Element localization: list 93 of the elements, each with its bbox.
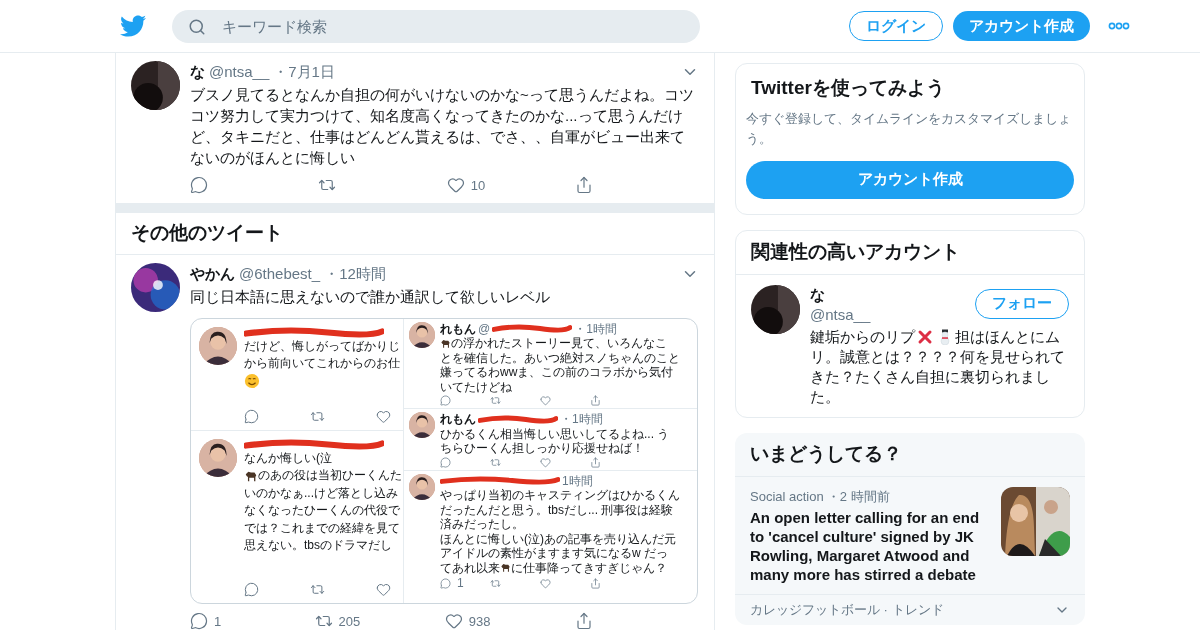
share-icon[interactable] <box>590 456 601 468</box>
card-title: いまどうしてる？ <box>735 432 1085 477</box>
tweet-text: ほんとに悔しい(泣)あの記事を売り込んだ元 <box>440 531 676 546</box>
author-name: れもん <box>440 412 476 427</box>
share-icon[interactable] <box>575 176 593 195</box>
tweet-text: とを確信した。あいつ絶対スノちゃんのこと <box>440 350 680 365</box>
story-time: ・2 時間前 <box>826 487 890 506</box>
tweet-text: てあれ以来 <box>440 560 500 575</box>
tweet-text: アイドルの素性がますます気になるw だっ <box>440 546 668 561</box>
reply-icon[interactable] <box>440 395 451 406</box>
account-bio: た。 <box>810 386 840 407</box>
heart-icon[interactable] <box>540 395 551 406</box>
author-name[interactable]: な <box>190 61 205 84</box>
tweet-text: ひかるくん相当悔しい思いしてるよね... う <box>440 426 670 441</box>
tweet-text: いのかなぁ...けど落とし込み <box>244 484 398 502</box>
signup-button[interactable]: アカウント作成 <box>953 11 1090 41</box>
tweet-time: ・1時間 <box>574 321 617 336</box>
tweet-text: 同じ日本語に思えないので誰か通訳して欲しいレベル <box>190 286 551 307</box>
share-icon[interactable] <box>590 577 601 589</box>
card-description: 今すぐ登録して、タイムラインをカスタマイズしましょう。 <box>746 109 1072 148</box>
account-handle[interactable]: @ntsa__ <box>810 304 871 325</box>
account-bio: きた？たくさん自担に裏切られまし <box>810 366 1050 387</box>
tweet-text: だけど、悔しがってばかりじ <box>244 337 400 355</box>
share-icon[interactable] <box>590 395 601 406</box>
reply-icon[interactable] <box>440 456 451 468</box>
reply-icon[interactable] <box>244 581 259 597</box>
tweet-text: 済みだったし。 <box>440 517 524 532</box>
signup-button[interactable]: アカウント作成 <box>746 160 1074 199</box>
tweet-text: から前向いてこれからのお仕 <box>244 355 400 372</box>
author-handle[interactable]: @ntsa__ <box>209 61 270 84</box>
tweet-text: ブスノ見てるとなんか自担の何がいけないのかな~って思うんだよね。コツコツ努力して実力つけて、知名度高くなってきたのかな...って思うんだけど、タキニだと、仕事はどんどん貰えるは、でさ、、自軍がビュー出来てないのがほんとに悔しい <box>190 84 695 168</box>
horse-icon <box>500 562 511 574</box>
story-category: Social action <box>750 487 824 506</box>
card-title: Twitterを使ってみよう <box>750 76 946 100</box>
smiley-icon <box>244 372 260 389</box>
action-count: 205 <box>338 612 361 630</box>
account-bio: 担はほんとにム <box>955 326 1060 347</box>
avatar[interactable] <box>131 61 180 110</box>
heart-icon[interactable] <box>446 176 465 195</box>
tweet-text: のあの役は当初ひーくんた <box>258 467 402 484</box>
account-bio: 鍵垢からのリプ <box>810 326 915 347</box>
tweet-time[interactable]: ・7月1日 <box>273 61 335 84</box>
more-icon[interactable] <box>1108 22 1130 30</box>
reply-icon[interactable] <box>244 408 259 424</box>
tweet-text: なくなったひーくんの代役で <box>244 502 400 519</box>
twitter-logo[interactable] <box>120 13 146 39</box>
avatar[interactable] <box>131 263 180 312</box>
account-bio: リ。誠意とは？？？？何を見せられて <box>810 346 1065 367</box>
author-handle: @ <box>478 321 491 336</box>
tweet-text: なんか悔しい(泣 <box>244 449 332 467</box>
tweet-text: の浮かれたストーリー見て、いろんなこ <box>451 336 667 351</box>
heart-icon[interactable] <box>376 581 391 597</box>
section-title: その他のツイート <box>131 221 283 246</box>
author-handle[interactable]: @6thebest_ <box>239 263 321 286</box>
reply-icon[interactable] <box>190 612 208 630</box>
retweet-icon[interactable] <box>490 456 501 468</box>
heart-icon[interactable] <box>376 408 391 424</box>
snowman-icon <box>937 328 953 345</box>
tweet-text: ちらひーくん担しっかり応援せねば！ <box>440 441 644 456</box>
tweet-image[interactable] <box>190 317 698 604</box>
action-count: 1 <box>457 576 464 591</box>
reply-icon[interactable] <box>190 176 208 195</box>
account-name[interactable]: な <box>810 284 871 305</box>
action-count: 938 <box>468 612 491 630</box>
retweet-icon[interactable] <box>490 395 501 406</box>
share-icon[interactable] <box>575 612 593 630</box>
horse-icon <box>440 337 451 349</box>
tweet-time[interactable]: ・12時間 <box>324 263 386 286</box>
card-title: 関連性の高いアカウント <box>736 230 1084 275</box>
tweet-text: やっぱり当初のキャスティングはひかるくん <box>440 488 680 503</box>
heart-icon[interactable] <box>444 612 463 630</box>
action-count: 10 <box>470 176 486 195</box>
tweet-text: いてたけどね <box>440 379 512 394</box>
action-count: 1 <box>214 612 222 630</box>
author-name[interactable]: やかん <box>190 263 235 286</box>
story-headline[interactable]: An open letter calling for an end to 'cancel culture' signed by JK Rowling, Margaret Atwood and many more has stirred a debate <box>750 508 991 584</box>
tweet-text: 思えない。tbsのドラマだし <box>244 537 392 554</box>
author-name: れもん <box>440 321 476 336</box>
search-icon <box>188 17 206 36</box>
tweet-text: だったんだと思う。tbsだし... 刑事役は経験 <box>440 502 674 517</box>
trend-label[interactable]: カレッジフットボール · トレンド <box>750 600 944 620</box>
avatar[interactable] <box>751 284 800 334</box>
heart-icon[interactable] <box>540 577 551 589</box>
tweet-text: に仕事降ってきすぎじゃん？ <box>511 560 667 575</box>
reply-icon[interactable] <box>440 577 451 589</box>
tweet-time: ・1時間 <box>560 412 603 427</box>
retweet-icon[interactable] <box>490 577 501 589</box>
cross-icon <box>917 328 933 345</box>
tweet-time: 1時間 <box>562 473 593 488</box>
search-field[interactable]: キーワード検索 <box>172 9 700 43</box>
heart-icon[interactable] <box>540 456 551 468</box>
tweet-text: 嫌ってるわwwま、この前のコラボから気付 <box>440 365 674 380</box>
tweet-text: では？これまでの経緯を見て <box>244 519 400 537</box>
